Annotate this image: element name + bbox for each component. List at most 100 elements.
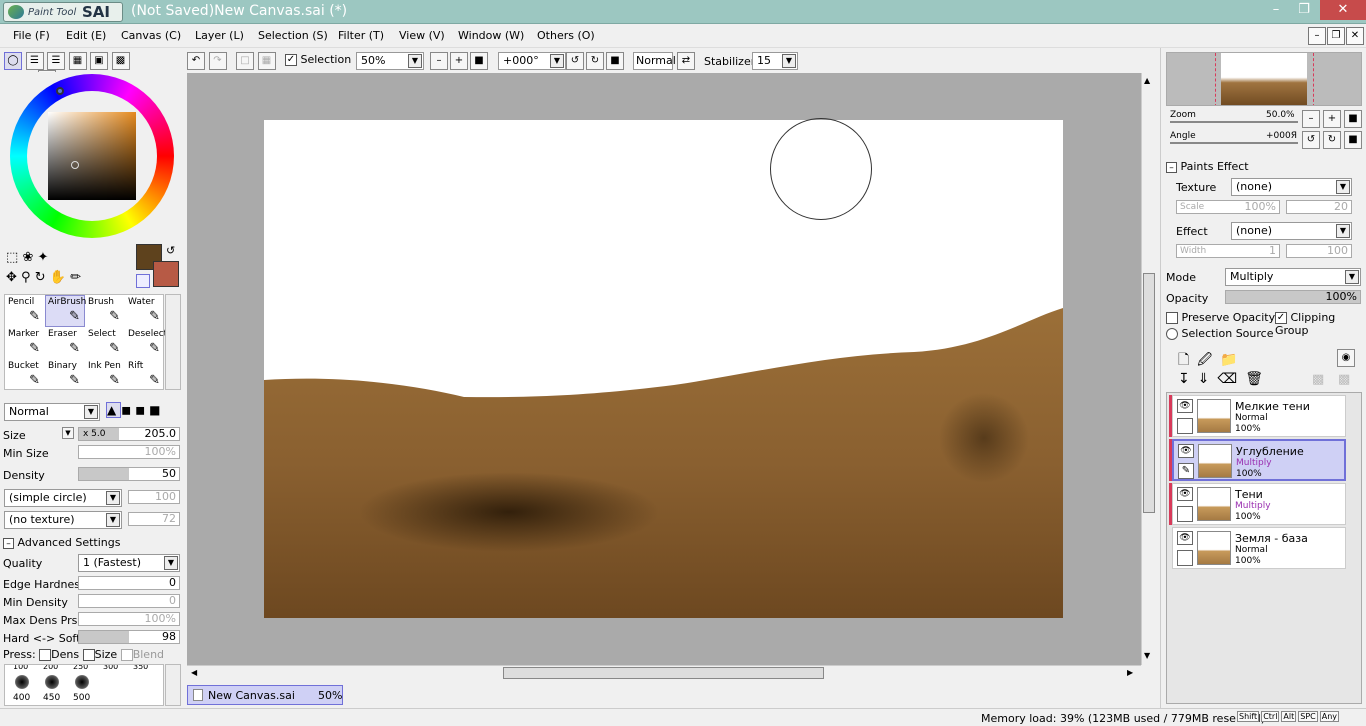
brush-preset-label[interactable]: 400 — [13, 693, 30, 703]
menu-others[interactable]: Others (O) — [537, 29, 595, 42]
max-dens-slider[interactable]: 100% — [78, 612, 180, 626]
brush-preset-label[interactable]: 300 — [103, 665, 118, 671]
tool-marker[interactable]: Marker ✎ — [5, 327, 45, 359]
zoom-select[interactable]: 50% ▼ — [356, 52, 424, 70]
rect-select-icon[interactable]: ⬚ — [6, 250, 18, 265]
layer-mask-icon[interactable]: ◉ — [1337, 349, 1355, 367]
nav-rotate-reset-icon[interactable]: ■ — [1344, 131, 1362, 149]
hue-cursor[interactable] — [56, 87, 64, 95]
size-slider[interactable]: x 5.0 205.0 — [78, 427, 180, 441]
zoom-reset-icon[interactable]: ■ — [470, 52, 488, 70]
brush-shape-icon[interactable]: ◼ — [135, 403, 149, 417]
layer-row[interactable]: 👁 Мелкие тени Normal 100% — [1172, 395, 1346, 437]
swatches-mode-icon[interactable]: ▦ — [68, 52, 87, 70]
brush-texture-select[interactable]: (no texture) ▼ — [4, 511, 122, 529]
secondary-color-swatch[interactable] — [153, 261, 179, 287]
angle-select[interactable]: +000° ▼ — [498, 52, 566, 70]
brush-preset-label[interactable]: 250 — [73, 665, 88, 671]
visibility-eye-icon[interactable]: 👁 — [1178, 444, 1194, 458]
mdi-minimize-icon[interactable]: – — [1308, 27, 1326, 45]
rotate-reset-icon[interactable]: ■ — [606, 52, 624, 70]
brush-blend-select[interactable]: Normal ▼ — [4, 403, 100, 421]
quality-select[interactable]: 1 (Fastest) ▼ — [78, 554, 180, 572]
rgb-slider-mode-icon[interactable]: ☰ — [25, 52, 44, 70]
zoom-in-icon[interactable]: + — [450, 52, 468, 70]
collapse-icon[interactable]: – — [3, 537, 14, 549]
paints-effect-header[interactable]: – Paints Effect — [1166, 160, 1249, 173]
eyedropper-icon[interactable]: ✏ — [70, 270, 81, 285]
preserve-opacity-checkbox[interactable] — [1166, 312, 1178, 324]
apply-mask-icon[interactable]: ▩ — [1338, 372, 1350, 387]
brush-preset-dot[interactable] — [45, 675, 59, 689]
transfer-down-icon[interactable]: ↧ — [1178, 371, 1198, 387]
menu-view[interactable]: View (V) — [399, 29, 445, 42]
selection-checkbox[interactable]: ✓ — [285, 54, 297, 66]
horizontal-scroll-thumb[interactable] — [503, 667, 824, 679]
brush-shape-buttons[interactable]: ▲◼◼■ — [106, 402, 165, 418]
menu-window[interactable]: Window (W) — [458, 29, 524, 42]
menu-file[interactable]: File (F) — [13, 29, 50, 42]
scale-slider[interactable]: Scale 100% — [1176, 200, 1280, 214]
tool-bucket[interactable]: Bucket ✎ — [5, 359, 45, 391]
vertical-scroll-thumb[interactable] — [1143, 273, 1155, 513]
tool-select[interactable]: Select ✎ — [85, 327, 125, 359]
nav-rotate-left-icon[interactable]: ↺ — [1302, 131, 1320, 149]
tool-rift[interactable]: Rift ✎ — [125, 359, 165, 391]
new-layer-icon[interactable]: 🗋 — [1178, 352, 1197, 368]
tool-deselect[interactable]: Deselect ✎ — [125, 327, 167, 359]
layer-row[interactable]: 👁 ✎ Углубление Multiply 100% — [1172, 439, 1346, 481]
scale-strength-slider[interactable]: 20 — [1286, 200, 1352, 214]
undo-icon[interactable]: ↶ — [187, 52, 205, 70]
nav-rotate-right-icon[interactable]: ↻ — [1323, 131, 1341, 149]
new-linework-layer-icon[interactable]: 🖉 — [1197, 352, 1220, 368]
palette-mode-icon[interactable]: ▩ — [111, 52, 130, 70]
close-icon[interactable]: ✕ — [1320, 0, 1366, 20]
new-folder-icon[interactable]: 📁 — [1220, 352, 1245, 368]
brush-shape-select[interactable]: (simple circle) ▼ — [4, 489, 122, 507]
density-slider[interactable]: 50 — [78, 467, 180, 481]
redo-icon[interactable]: ↷ — [208, 52, 227, 70]
zoom-out-icon[interactable]: – — [430, 52, 448, 70]
brush-preset-label[interactable]: 450 — [43, 693, 60, 703]
color-wheel-mode-icon[interactable]: ◯ — [4, 52, 22, 70]
effect-texture-select[interactable]: (none) ▼ — [1231, 178, 1352, 196]
saturation-value-square[interactable] — [48, 112, 136, 200]
tool-airbrush[interactable]: AirBrush ✎ — [45, 295, 86, 327]
nav-angle-slider[interactable] — [1170, 142, 1298, 144]
canvas-paper[interactable] — [264, 120, 1063, 618]
effect-select[interactable]: (none) ▼ — [1231, 222, 1352, 240]
color-cursor[interactable] — [71, 161, 79, 169]
clipping-group-checkbox[interactable]: ✓ — [1275, 312, 1287, 324]
press-dens-checkbox[interactable] — [39, 649, 52, 661]
invert-selection-icon[interactable]: ▦ — [257, 52, 276, 70]
scroll-left-icon[interactable]: ◀ — [191, 668, 197, 677]
press-blend-checkbox[interactable] — [120, 649, 133, 661]
minimize-icon[interactable]: – — [1262, 0, 1290, 20]
rotate-left-icon[interactable]: ↺ — [566, 52, 584, 70]
width-slider[interactable]: Width 1 — [1176, 244, 1280, 258]
delete-layer-icon[interactable]: 🗑 — [1245, 371, 1271, 387]
brush-preset-label[interactable]: 500 — [73, 693, 90, 703]
min-size-slider[interactable]: 100% — [78, 445, 180, 459]
advanced-settings-header[interactable]: – Advanced Settings — [3, 536, 183, 549]
layer-lock-checkbox[interactable] — [1177, 506, 1193, 522]
layer-row[interactable]: 👁 Тени Multiply 100% — [1172, 483, 1346, 525]
mdi-close-icon[interactable]: ✕ — [1346, 27, 1364, 45]
edge-hardness-slider[interactable]: 0 — [78, 576, 180, 590]
nav-zoom-slider[interactable] — [1170, 121, 1298, 123]
tool-eraser[interactable]: Eraser ✎ — [45, 327, 85, 359]
canvas-vertical-scrollbar[interactable]: ▲ ▼ — [1141, 73, 1157, 665]
menu-filter[interactable]: Filter (T) — [338, 29, 384, 42]
nav-zoom-in-icon[interactable]: + — [1323, 110, 1341, 128]
collapse-icon[interactable]: – — [1166, 161, 1177, 173]
tool-grid-scrollbar[interactable] — [165, 294, 181, 390]
rotate-tool-icon[interactable]: ↻ — [35, 270, 46, 285]
nav-zoom-reset-icon[interactable]: ■ — [1344, 110, 1362, 128]
hard-soft-slider[interactable]: 98 — [78, 630, 180, 644]
tool-pencil[interactable]: Pencil ✎ — [5, 295, 45, 327]
shape-strength-slider[interactable]: 100 — [128, 490, 180, 504]
brush-shape-icon[interactable]: ◼ — [121, 403, 135, 417]
scroll-right-icon[interactable]: ▶ — [1127, 668, 1133, 677]
visibility-eye-icon[interactable]: 👁 — [1177, 399, 1193, 413]
menu-selection[interactable]: Selection (S) — [258, 29, 328, 42]
